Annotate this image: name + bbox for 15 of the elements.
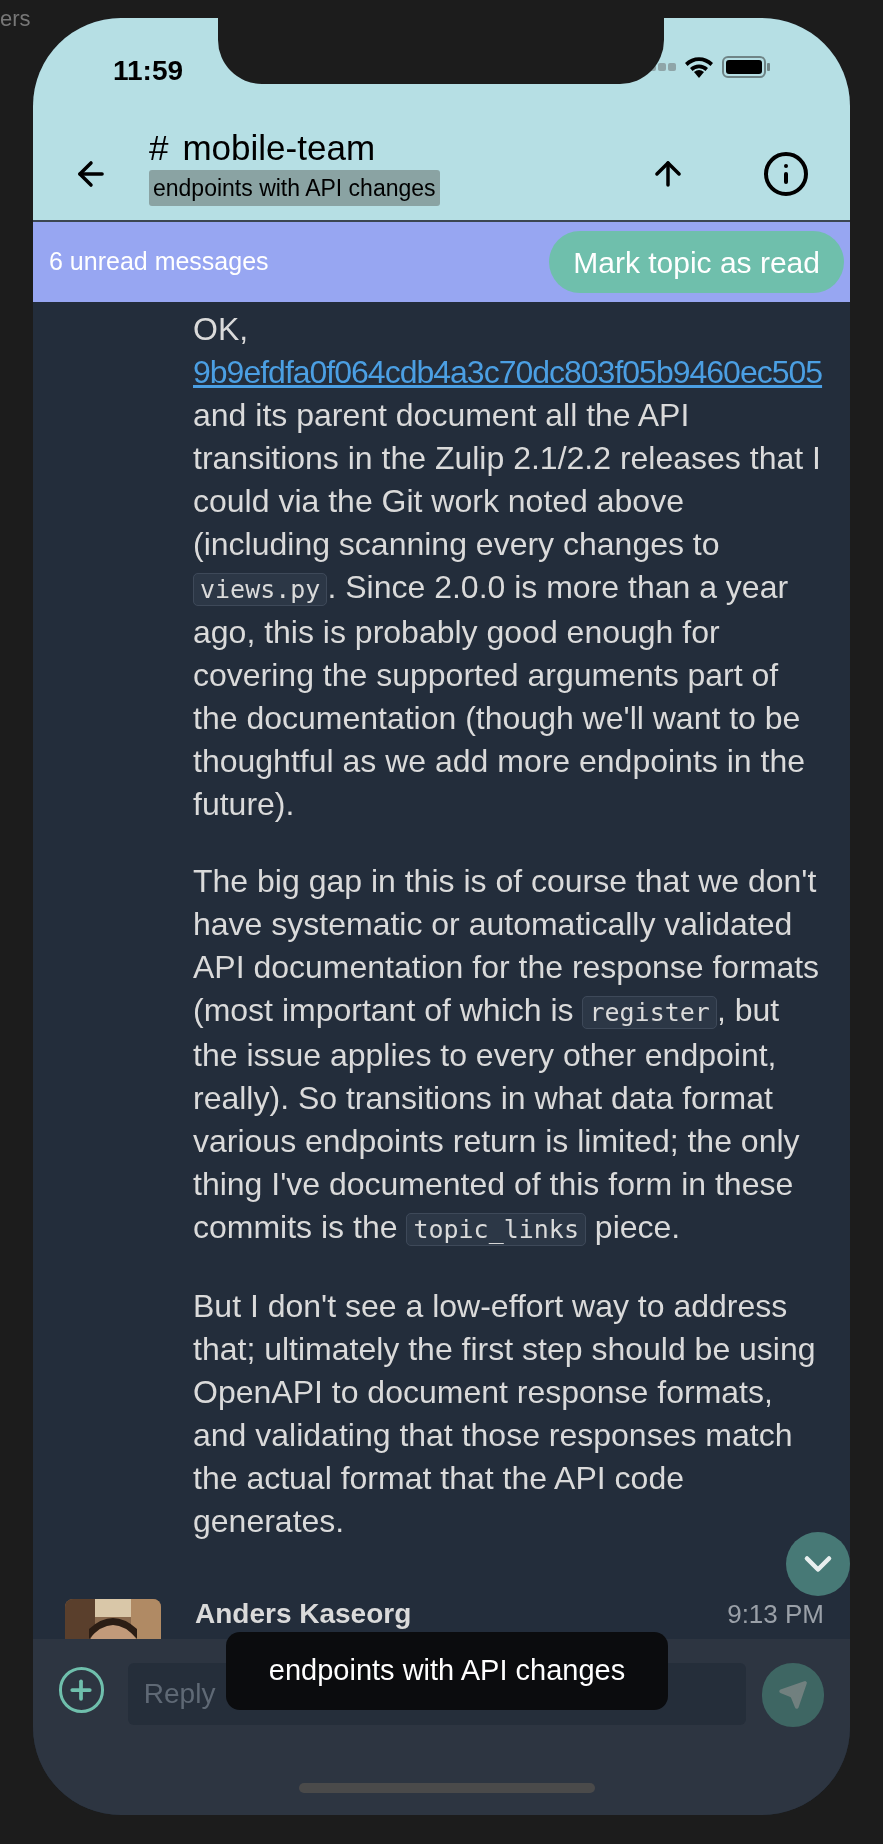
message-paragraph: The big gap in this is of course that we don't have systematic or automatically validated API documentation for the response formats (most important of which is register , but the issue applies to every other endpoint, really). So transitions in what data format various endpoints return is limited; the only thing I've documented of this form in these commits is the topic_links piece.: [193, 862, 821, 1248]
inline-code: topic_links: [406, 1213, 586, 1246]
message-paragraph: But I don't see a low-effort way to address that; ultimately the first step should be using OpenAPI to document response formats, and validating that those responses match the actual format that the API code generates.: [193, 1287, 817, 1541]
topic-name: endpoints with API changes: [149, 170, 440, 206]
inline-code: register: [582, 996, 717, 1029]
unread-count: 6 unread messages: [49, 246, 269, 278]
topic-tooltip: endpoints with API changes: [226, 1632, 668, 1710]
background-text: ers: [0, 5, 31, 33]
stream-icon: #: [149, 128, 169, 168]
inline-code: views.py: [193, 573, 328, 606]
message-paragraph: OK, 9b9efdfa0f064cdb4a3c70dc803f05b9460ec505 and its parent document all the API transitions in the Zulip 2.1/2.2 releases that I could via the Git work noted above (including scanning every changes to views.py . Since 2.0.0 is more than a year ago, this is probably good enough for covering the supported arguments part of the documentation (though we'll want to be thoughtful as we add more endpoints in the future).: [193, 310, 824, 824]
stream-name: mobile-team: [182, 128, 376, 168]
status-time: 11:59: [113, 54, 184, 88]
message-time: 9:13 PM: [727, 1599, 824, 1629]
sender-name: Anders Kaseorg: [195, 1599, 412, 1629]
